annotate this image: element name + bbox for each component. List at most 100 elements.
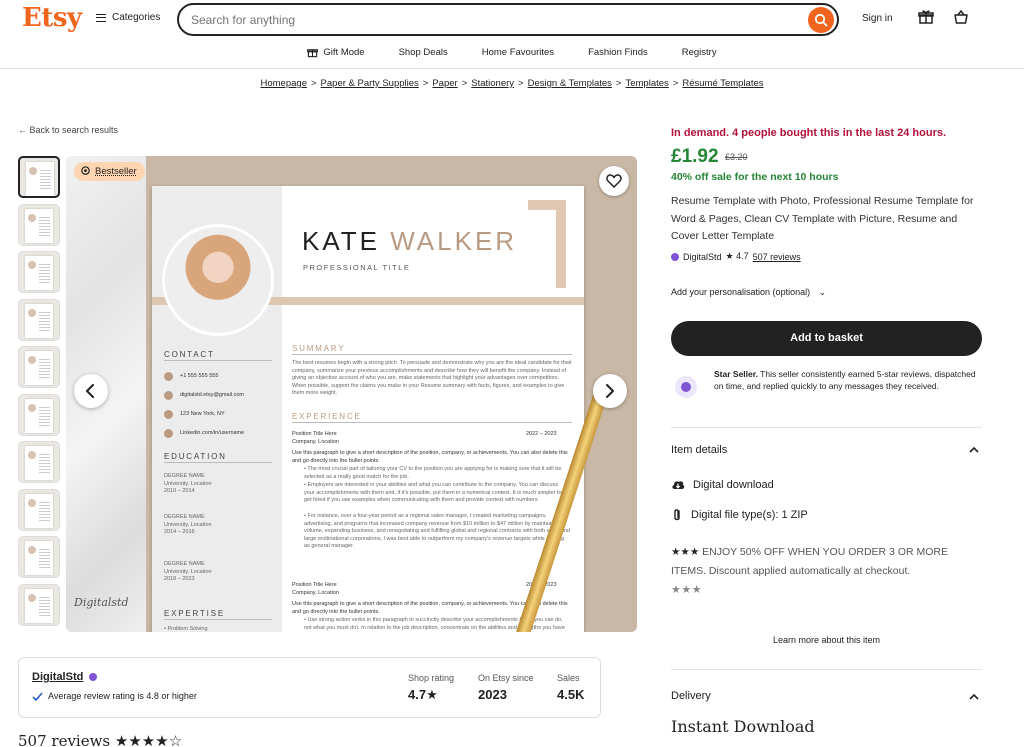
location-icon bbox=[164, 410, 173, 419]
signature-watermark: Digitalstd bbox=[74, 596, 129, 609]
previous-image-button[interactable] bbox=[74, 374, 108, 408]
categories-label: Categories bbox=[112, 12, 161, 23]
breadcrumb-link[interactable]: Paper bbox=[432, 78, 457, 89]
education-heading: EDUCATION bbox=[164, 452, 227, 461]
price: £1.92 bbox=[671, 146, 719, 167]
add-to-basket-button[interactable]: Add to basket bbox=[671, 321, 982, 356]
gift-icon[interactable] bbox=[918, 9, 934, 25]
star-seller-icon bbox=[89, 673, 98, 681]
sale-notice: 40% off sale for the next 10 hours bbox=[671, 171, 839, 183]
summary-heading: SUMMARY bbox=[292, 344, 346, 353]
seller-line: DigitalStd ★ 4.7 507 reviews bbox=[671, 251, 801, 262]
gift-icon bbox=[307, 48, 319, 57]
section-divider bbox=[671, 669, 982, 670]
personalisation-toggle[interactable]: Add your personalisation (optional) ⌄ bbox=[671, 287, 826, 298]
breadcrumb: Homepage > Paper & Party Supplies > Paper > St… bbox=[260, 78, 764, 89]
subnav-home-favourites[interactable]: Home Favourites bbox=[465, 44, 571, 60]
email-icon bbox=[164, 391, 173, 400]
delivery-heading[interactable]: Delivery bbox=[671, 690, 711, 702]
star-seller-badge-icon bbox=[675, 376, 697, 398]
subnav-label: Gift Mode bbox=[323, 46, 365, 58]
breadcrumb-link[interactable]: Paper & Party Supplies bbox=[321, 78, 419, 89]
resume-preview: KATE WALKER PROFESSIONAL TITLE SUMMARY T… bbox=[152, 186, 584, 632]
thumbnail[interactable] bbox=[18, 583, 60, 626]
reviews-link[interactable]: 507 reviews bbox=[753, 252, 801, 262]
back-label: Back to search results bbox=[29, 125, 119, 135]
item-details-heading[interactable]: Item details bbox=[671, 444, 727, 456]
resume-name: KATE WALKER bbox=[302, 226, 518, 256]
seller-name-link[interactable]: DigitalStd bbox=[683, 252, 722, 262]
thumbnail[interactable] bbox=[18, 346, 60, 388]
experience-heading: EXPERIENCE bbox=[292, 412, 362, 421]
thumbnail[interactable] bbox=[18, 156, 60, 198]
breadcrumb-link[interactable]: Homepage bbox=[261, 78, 307, 89]
star-seller-icon bbox=[671, 252, 679, 261]
reviews-heading: 507 reviews ★★★★☆ bbox=[18, 732, 183, 747]
favourite-button[interactable] bbox=[599, 166, 629, 196]
next-image-button[interactable] bbox=[593, 374, 627, 408]
subnav-gift-mode[interactable]: Gift Mode bbox=[290, 44, 381, 60]
product-title: Resume Template with Photo, Professional… bbox=[671, 195, 974, 242]
search-button[interactable] bbox=[808, 7, 834, 33]
header: Etsy Categories Sign in bbox=[0, 0, 1024, 40]
learn-more-link[interactable]: Learn more about this item bbox=[671, 635, 982, 645]
search-icon bbox=[814, 13, 828, 27]
chevron-left-icon bbox=[86, 384, 94, 398]
back-to-search-link[interactable]: ← Back to search results bbox=[18, 125, 118, 135]
promo-description: ★★★ ENJOY 50% OFF WHEN YOU ORDER 3 OR MO… bbox=[671, 546, 948, 577]
thumbnail[interactable] bbox=[18, 298, 60, 341]
chevron-down-icon: ⌄ bbox=[818, 287, 827, 297]
search-input[interactable] bbox=[191, 10, 791, 30]
contact-heading: CONTACT bbox=[164, 350, 215, 359]
thumbnail[interactable] bbox=[18, 441, 60, 483]
sales-stat: Sales 4.5K bbox=[557, 673, 585, 702]
cloud-download-icon bbox=[672, 481, 685, 489]
arrow-left-icon: ← bbox=[18, 125, 30, 135]
etsy-logo[interactable]: Etsy bbox=[22, 3, 82, 33]
thumbnail[interactable] bbox=[18, 488, 60, 531]
subnav-fashion-finds[interactable]: Fashion Finds bbox=[571, 44, 665, 60]
thumbnail[interactable] bbox=[18, 393, 60, 436]
linkedin-icon bbox=[164, 429, 173, 438]
breadcrumb-link[interactable]: Résumé Templates bbox=[682, 78, 763, 89]
shop-name-link[interactable]: DigitalStd bbox=[32, 671, 98, 683]
instant-download-title: Instant Download bbox=[671, 717, 815, 736]
profile-photo bbox=[162, 224, 274, 336]
header-divider bbox=[0, 68, 1024, 69]
shop-summary-card: DigitalStd Average review rating is 4.8 … bbox=[18, 657, 601, 718]
feature-file-types: Digital file type(s): 1 ZIP bbox=[671, 508, 808, 522]
thumbnail-list bbox=[18, 156, 62, 631]
resume-title: PROFESSIONAL TITLE bbox=[303, 263, 411, 272]
demand-notice: In demand. 4 people bought this in the l… bbox=[671, 127, 947, 139]
thumbnail[interactable] bbox=[18, 251, 60, 293]
heart-icon bbox=[606, 174, 622, 188]
phone-icon bbox=[164, 372, 173, 381]
paperclip-icon bbox=[674, 509, 680, 521]
categories-button[interactable]: Categories bbox=[96, 12, 160, 23]
chevron-right-icon bbox=[606, 384, 614, 398]
promo-decoration: ★★★ bbox=[671, 584, 703, 596]
average-rating-note: Average review rating is 4.8 or higher bbox=[32, 691, 197, 701]
subnav-shop-deals[interactable]: Shop Deals bbox=[382, 44, 465, 60]
basket-icon[interactable] bbox=[953, 9, 969, 25]
on-etsy-since-stat: On Etsy since 2023 bbox=[478, 673, 534, 702]
search-bar bbox=[177, 3, 839, 36]
checkmark-icon bbox=[32, 691, 43, 701]
main-product-image[interactable]: KATE WALKER PROFESSIONAL TITLE SUMMARY T… bbox=[66, 156, 637, 632]
sign-in-link[interactable]: Sign in bbox=[862, 13, 893, 24]
chevron-up-icon[interactable] bbox=[969, 446, 979, 453]
subnav-registry[interactable]: Registry bbox=[665, 44, 734, 60]
award-icon bbox=[81, 166, 90, 175]
breadcrumb-link[interactable]: Design & Templates bbox=[528, 78, 612, 89]
original-price: £3.20 bbox=[725, 152, 748, 162]
feature-digital-download: Digital download bbox=[671, 479, 774, 491]
seller-rating: ★ 4.7 bbox=[725, 251, 749, 261]
expertise-heading: EXPERTISE bbox=[164, 609, 225, 618]
breadcrumb-link[interactable]: Stationery bbox=[471, 78, 514, 89]
sub-navigation: Gift Mode Shop Deals Home Favourites Fas… bbox=[0, 44, 1024, 68]
bestseller-badge[interactable]: Bestseller bbox=[74, 162, 145, 181]
thumbnail[interactable] bbox=[18, 203, 60, 246]
chevron-up-icon[interactable] bbox=[969, 693, 979, 700]
breadcrumb-link[interactable]: Templates bbox=[625, 78, 668, 89]
thumbnail[interactable] bbox=[18, 536, 60, 578]
